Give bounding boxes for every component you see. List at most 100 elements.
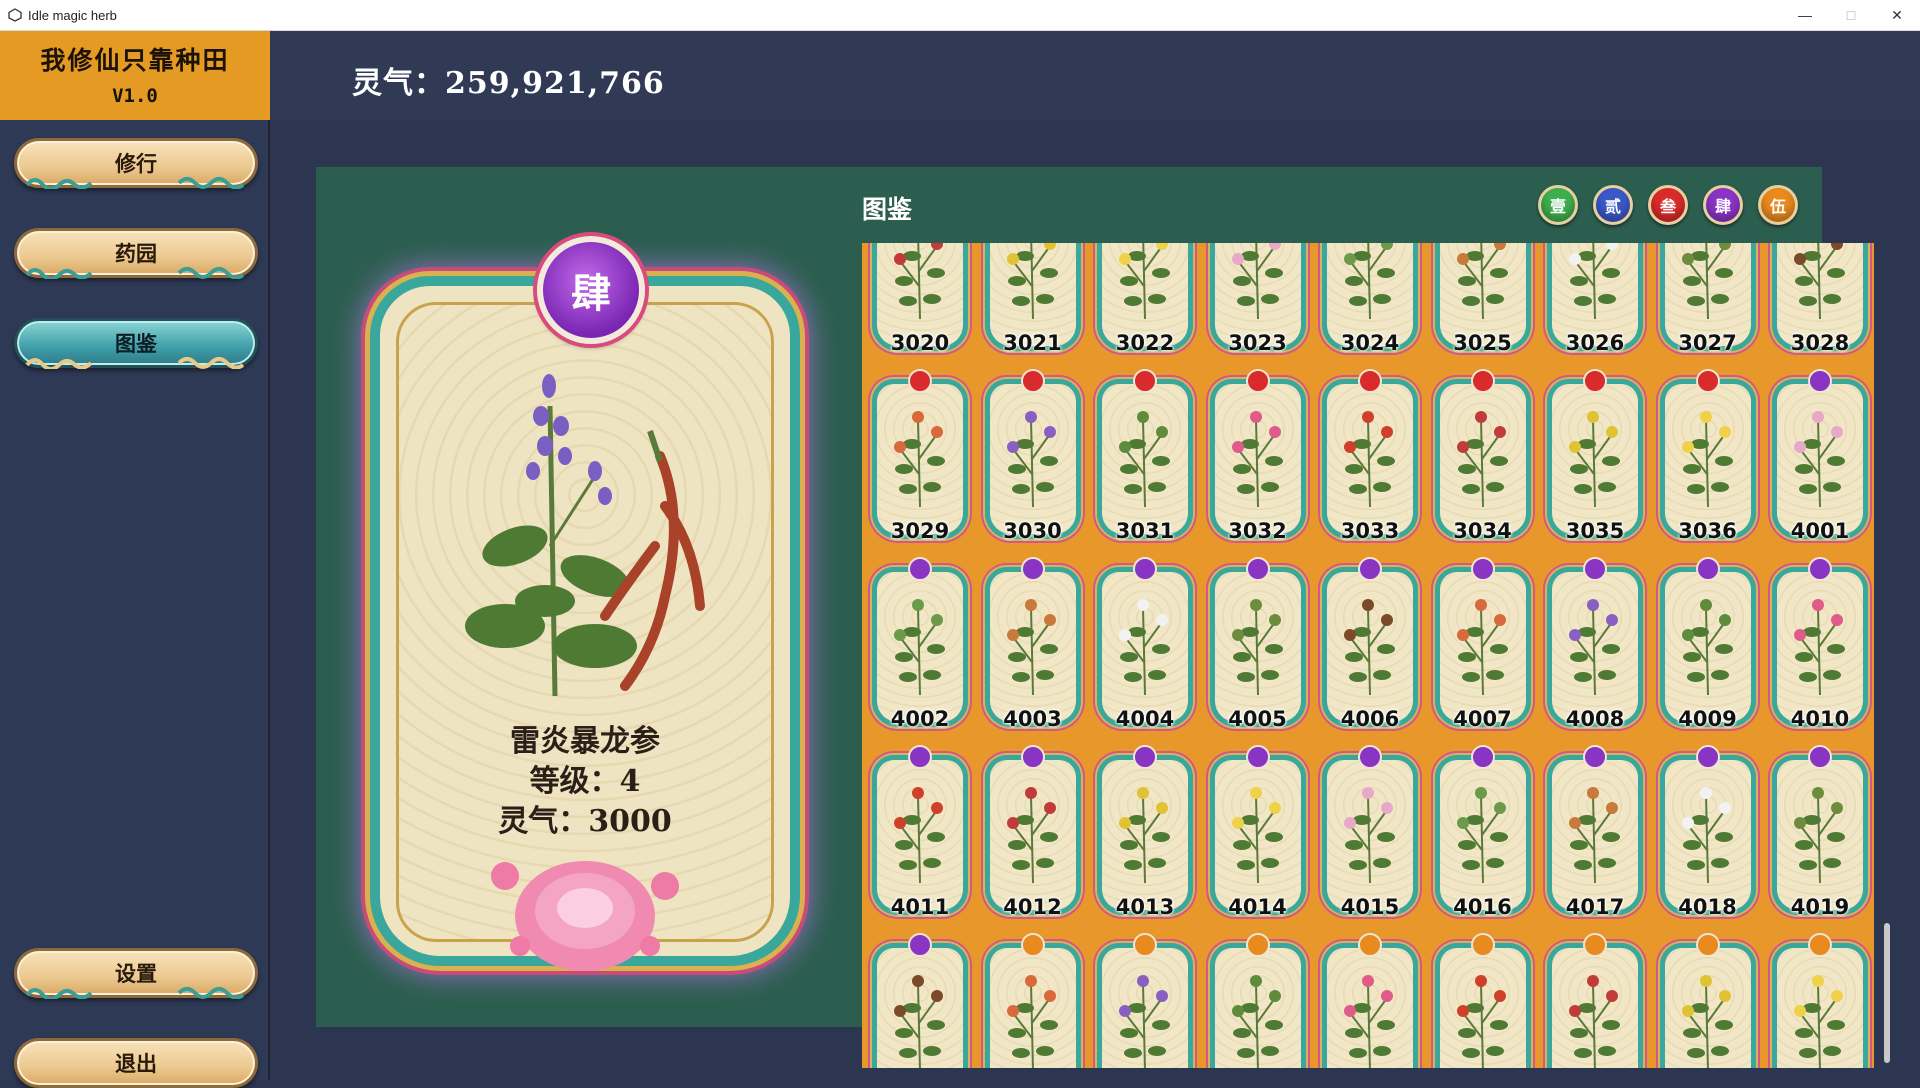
herb-rank-badge: [1020, 933, 1045, 957]
herb-illustration: [1344, 599, 1395, 696]
rank-filter-3[interactable]: 叁: [1648, 185, 1688, 225]
herb-card-number: 3020: [890, 331, 950, 355]
herb-card[interactable]: 3027: [1656, 243, 1760, 355]
herb-card[interactable]: 3021: [981, 243, 1085, 355]
herb-card[interactable]: 4006: [1318, 557, 1422, 731]
herb-card-number: 4007: [1453, 707, 1512, 731]
herb-card[interactable]: 3023: [1206, 243, 1310, 355]
herb-card[interactable]: 5003: [1206, 933, 1310, 1068]
herb-card[interactable]: 4017: [1543, 745, 1647, 919]
herb-illustration: [1344, 411, 1395, 508]
herb-illustration: [1119, 787, 1170, 884]
herb-card[interactable]: 4020: [868, 933, 972, 1068]
herb-card[interactable]: 4004: [1093, 557, 1197, 731]
herb-card[interactable]: 3030: [981, 369, 1085, 543]
herb-card-number: 4017: [1565, 895, 1625, 919]
minimize-button[interactable]: —: [1782, 0, 1828, 30]
herb-card[interactable]: 3031: [1093, 369, 1197, 543]
herb-card[interactable]: 4014: [1206, 745, 1310, 919]
herb-card-number: 3022: [1115, 331, 1175, 355]
nav-codex-button[interactable]: 图鉴: [14, 318, 258, 369]
herb-card[interactable]: 3036: [1656, 369, 1760, 543]
herb-card[interactable]: 4011: [868, 745, 972, 919]
herb-illustration: [465, 374, 705, 697]
herb-card[interactable]: 3028: [1768, 243, 1872, 355]
herb-card[interactable]: 3020: [868, 243, 972, 355]
herb-card-number: 4019: [1790, 895, 1850, 919]
rank-filter-2[interactable]: 贰: [1593, 185, 1633, 225]
maximize-button[interactable]: □: [1828, 0, 1874, 30]
herb-card[interactable]: 5005: [1431, 933, 1535, 1068]
herb-illustration: [894, 599, 945, 696]
herb-card[interactable]: 3032: [1206, 369, 1310, 543]
herb-card[interactable]: 4003: [981, 557, 1085, 731]
close-button[interactable]: ✕: [1874, 0, 1920, 30]
herb-card[interactable]: 3024: [1318, 243, 1422, 355]
rank-filter-5[interactable]: 伍: [1758, 185, 1798, 225]
herb-illustration: [1119, 411, 1170, 508]
herb-card-number: 3033: [1340, 519, 1400, 543]
herb-card[interactable]: 3026: [1543, 243, 1647, 355]
herb-card[interactable]: 5004: [1318, 933, 1422, 1068]
herb-rank-badge: [1245, 933, 1270, 957]
herb-rank-badge: [1470, 745, 1495, 769]
herb-card[interactable]: 4009: [1656, 557, 1760, 731]
herb-illustration: [1344, 975, 1395, 1068]
herb-card[interactable]: 5008: [1768, 933, 1872, 1068]
nav-settings-button[interactable]: 设置: [14, 948, 258, 999]
herb-card-number: 4010: [1790, 707, 1850, 731]
herb-illustration: [1006, 599, 1058, 696]
herb-card[interactable]: 3035: [1543, 369, 1647, 543]
game-version: V1.0: [112, 85, 158, 107]
herb-card[interactable]: 4013: [1093, 745, 1197, 919]
herb-card-grid[interactable]: 3020 3021 3022 3023 3024 3025 3026 3027 3028 3029…: [862, 243, 1874, 1068]
herb-card[interactable]: 3033: [1318, 369, 1422, 543]
herb-card[interactable]: 4007: [1431, 557, 1535, 731]
herb-card-number: 4005: [1228, 707, 1287, 731]
herb-card[interactable]: 4002: [868, 557, 972, 731]
herb-card[interactable]: 4016: [1431, 745, 1535, 919]
herb-card[interactable]: 4018: [1656, 745, 1760, 919]
herb-card[interactable]: 4010: [1768, 557, 1872, 731]
herb-card-number: 3032: [1228, 519, 1287, 543]
herb-rank-badge: [908, 369, 932, 393]
herb-card[interactable]: 3034: [1431, 369, 1535, 543]
nav-cultivate-button[interactable]: 修行: [14, 138, 258, 189]
herb-card[interactable]: 4015: [1318, 745, 1422, 919]
scrollbar-thumb[interactable]: [1884, 923, 1890, 1063]
herb-card[interactable]: 5001: [981, 933, 1085, 1068]
herb-card[interactable]: 3029: [868, 369, 972, 543]
nav-exit-button[interactable]: 退出: [14, 1038, 258, 1088]
herb-card[interactable]: 5006: [1543, 933, 1647, 1068]
herb-illustration: [1231, 975, 1283, 1068]
herb-rank-badge: [1133, 933, 1157, 957]
herb-card-number: 4013: [1115, 895, 1175, 919]
herb-illustration: [1344, 787, 1395, 884]
rank-filter-4[interactable]: 肆: [1703, 185, 1743, 225]
unity-app-icon: [8, 8, 22, 22]
herb-rank-badge: [1358, 369, 1382, 393]
herb-card-number: 3028: [1790, 331, 1850, 355]
herb-card[interactable]: 5007: [1656, 933, 1760, 1068]
herb-card[interactable]: 4001: [1768, 369, 1872, 543]
herb-rank-badge: [1583, 557, 1607, 581]
detail-rank-badge: 肆: [537, 236, 645, 344]
herb-card[interactable]: 4012: [981, 745, 1085, 919]
herb-card[interactable]: 3022: [1093, 243, 1197, 355]
nav-codex-label: 图鉴: [115, 331, 157, 356]
herb-illustration: [1456, 243, 1508, 320]
herb-card[interactable]: 4008: [1543, 557, 1647, 731]
herb-card[interactable]: 4019: [1768, 745, 1872, 919]
herb-card[interactable]: 4005: [1206, 557, 1310, 731]
herb-card-number: 3031: [1115, 519, 1175, 543]
herb-illustration: [1794, 599, 1845, 696]
herb-rank-badge: [1133, 369, 1157, 393]
nav-garden-button[interactable]: 药园: [14, 228, 258, 279]
herb-card[interactable]: 5002: [1093, 933, 1197, 1068]
herb-illustration: [1681, 243, 1733, 320]
herb-illustration: [1344, 243, 1395, 320]
herb-card[interactable]: 3025: [1431, 243, 1535, 355]
grid-scrollbar[interactable]: [1882, 243, 1892, 1068]
rank-filter-1[interactable]: 壹: [1538, 185, 1578, 225]
herb-illustration: [894, 787, 945, 884]
